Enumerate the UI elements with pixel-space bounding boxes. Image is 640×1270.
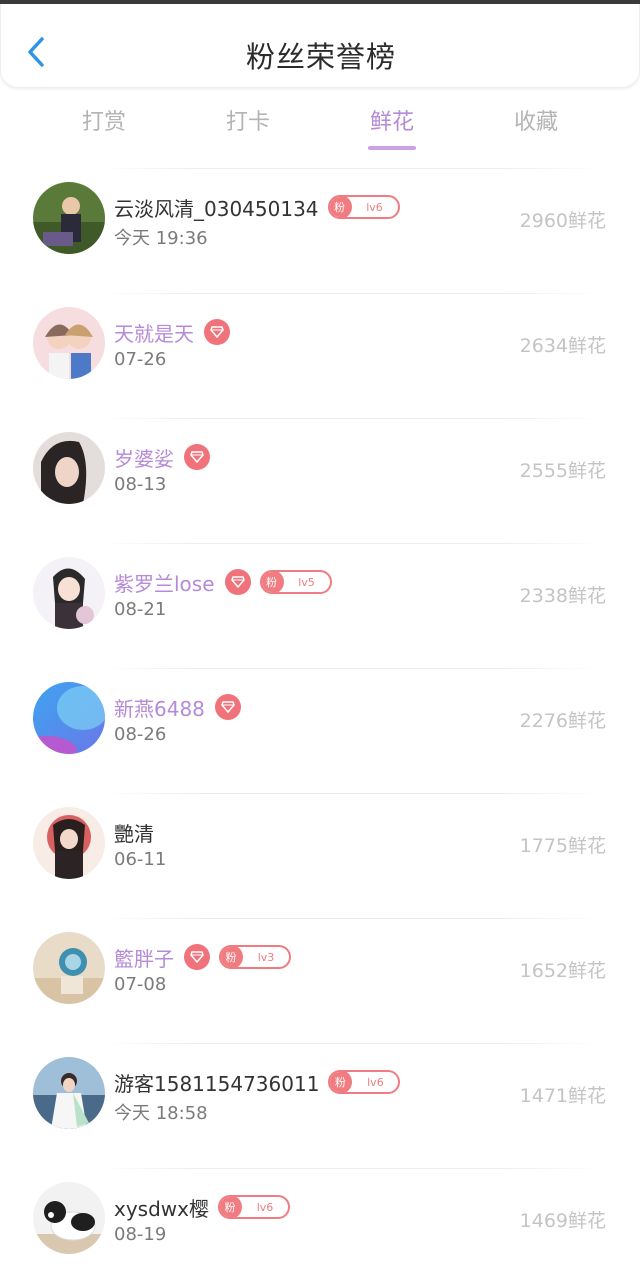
diamond-icon xyxy=(224,569,251,595)
avatar[interactable] xyxy=(33,1182,105,1254)
timestamp: 08-19 xyxy=(114,1224,167,1245)
flower-count: 1775鲜花 xyxy=(519,835,606,857)
row-divider xyxy=(100,1043,600,1044)
avatar[interactable] xyxy=(33,432,105,504)
user-name[interactable]: 籃胖子 xyxy=(114,943,174,972)
timestamp: 07-26 xyxy=(114,349,167,370)
flower-count: 2555鲜花 xyxy=(519,460,606,482)
row-divider xyxy=(100,1168,600,1169)
flower-count: 2960鲜花 xyxy=(519,210,606,232)
tab-checkin[interactable]: 打卡 xyxy=(198,104,298,136)
tab-tips[interactable]: 打赏 xyxy=(54,104,154,136)
row-divider xyxy=(100,793,600,794)
timestamp: 今天 19:36 xyxy=(114,228,208,249)
fan-level-badge: 粉 lv6 xyxy=(328,1070,401,1094)
diamond-icon xyxy=(214,694,241,720)
user-name[interactable]: 岁婆娑 xyxy=(114,443,174,472)
header: 粉丝荣誉榜 xyxy=(0,4,640,88)
user-name[interactable]: 云淡风清_030450134 xyxy=(114,193,319,222)
list-item[interactable]: 游客1581154736011 粉 lv6 今天 18:58 1471鲜花 xyxy=(0,1043,640,1168)
avatar[interactable] xyxy=(33,682,105,754)
timestamp: 08-13 xyxy=(114,474,167,495)
timestamp: 06-11 xyxy=(114,849,167,870)
row-divider xyxy=(100,418,600,419)
avatar[interactable] xyxy=(33,557,105,629)
avatar[interactable] xyxy=(33,307,105,379)
list-item[interactable]: xysdwx樱 粉 lv6 08-19 1469鲜花 xyxy=(0,1168,640,1270)
user-name[interactable]: xysdwx樱 xyxy=(114,1193,209,1222)
diamond-icon xyxy=(184,444,210,470)
list-item[interactable]: 艷清 06-11 1775鲜花 xyxy=(0,793,640,918)
list-item[interactable]: 籃胖子 粉 lv3 07-08 1652鲜花 xyxy=(0,918,640,1043)
fan-level-badge: 粉 lv3 xyxy=(219,945,291,969)
flower-count: 2276鲜花 xyxy=(519,710,606,732)
timestamp: 08-21 xyxy=(114,599,167,620)
list-item[interactable]: 云淡风清_030450134 粉 lv6 今天 19:36 2960鲜花 xyxy=(0,168,640,293)
page-title: 粉丝荣誉榜 xyxy=(245,40,396,74)
flower-count: 1469鲜花 xyxy=(519,1210,606,1232)
fan-level-badge: 粉 lv5 xyxy=(259,570,332,594)
timestamp: 07-08 xyxy=(114,974,167,995)
user-name[interactable]: 游客1581154736011 xyxy=(114,1068,319,1097)
avatar[interactable] xyxy=(33,932,105,1004)
row-divider xyxy=(100,668,600,669)
list-item[interactable]: 天就是天 07-26 2634鲜花 xyxy=(0,293,640,418)
diamond-icon xyxy=(204,319,230,345)
list-item[interactable]: 岁婆娑 08-13 2555鲜花 xyxy=(0,418,640,543)
user-name[interactable]: 天就是天 xyxy=(114,318,194,347)
row-divider xyxy=(100,293,600,294)
timestamp: 08-26 xyxy=(114,724,167,745)
timestamp: 今天 18:58 xyxy=(114,1103,208,1124)
user-name[interactable]: 艷清 xyxy=(114,818,154,847)
row-divider xyxy=(100,543,600,544)
avatar[interactable] xyxy=(33,807,105,879)
flower-count: 2634鲜花 xyxy=(519,335,606,357)
user-name[interactable]: 新燕6488 xyxy=(114,693,205,722)
row-divider xyxy=(100,168,600,169)
tab-bar: 打赏 打卡 鲜花 收藏 xyxy=(0,96,640,156)
flower-count: 2338鲜花 xyxy=(519,585,606,607)
tab-flowers[interactable]: 鲜花 xyxy=(342,104,442,136)
active-tab-indicator xyxy=(368,146,416,150)
fan-level-badge: 粉 lv6 xyxy=(217,1195,290,1219)
row-divider xyxy=(100,918,600,919)
diamond-icon xyxy=(184,944,210,970)
list-item[interactable]: 新燕6488 08-26 2276鲜花 xyxy=(0,668,640,793)
flower-count: 1652鲜花 xyxy=(519,960,606,982)
user-name[interactable]: 紫罗兰lose xyxy=(114,568,215,597)
fan-level-badge: 粉 lv6 xyxy=(327,195,400,219)
tab-favorites[interactable]: 收藏 xyxy=(486,104,586,136)
avatar[interactable] xyxy=(33,1057,105,1129)
avatar[interactable] xyxy=(33,182,105,254)
flower-count: 1471鲜花 xyxy=(519,1085,606,1107)
list-item[interactable]: 紫罗兰lose 粉 lv5 08-21 2338鲜花 xyxy=(0,543,640,668)
